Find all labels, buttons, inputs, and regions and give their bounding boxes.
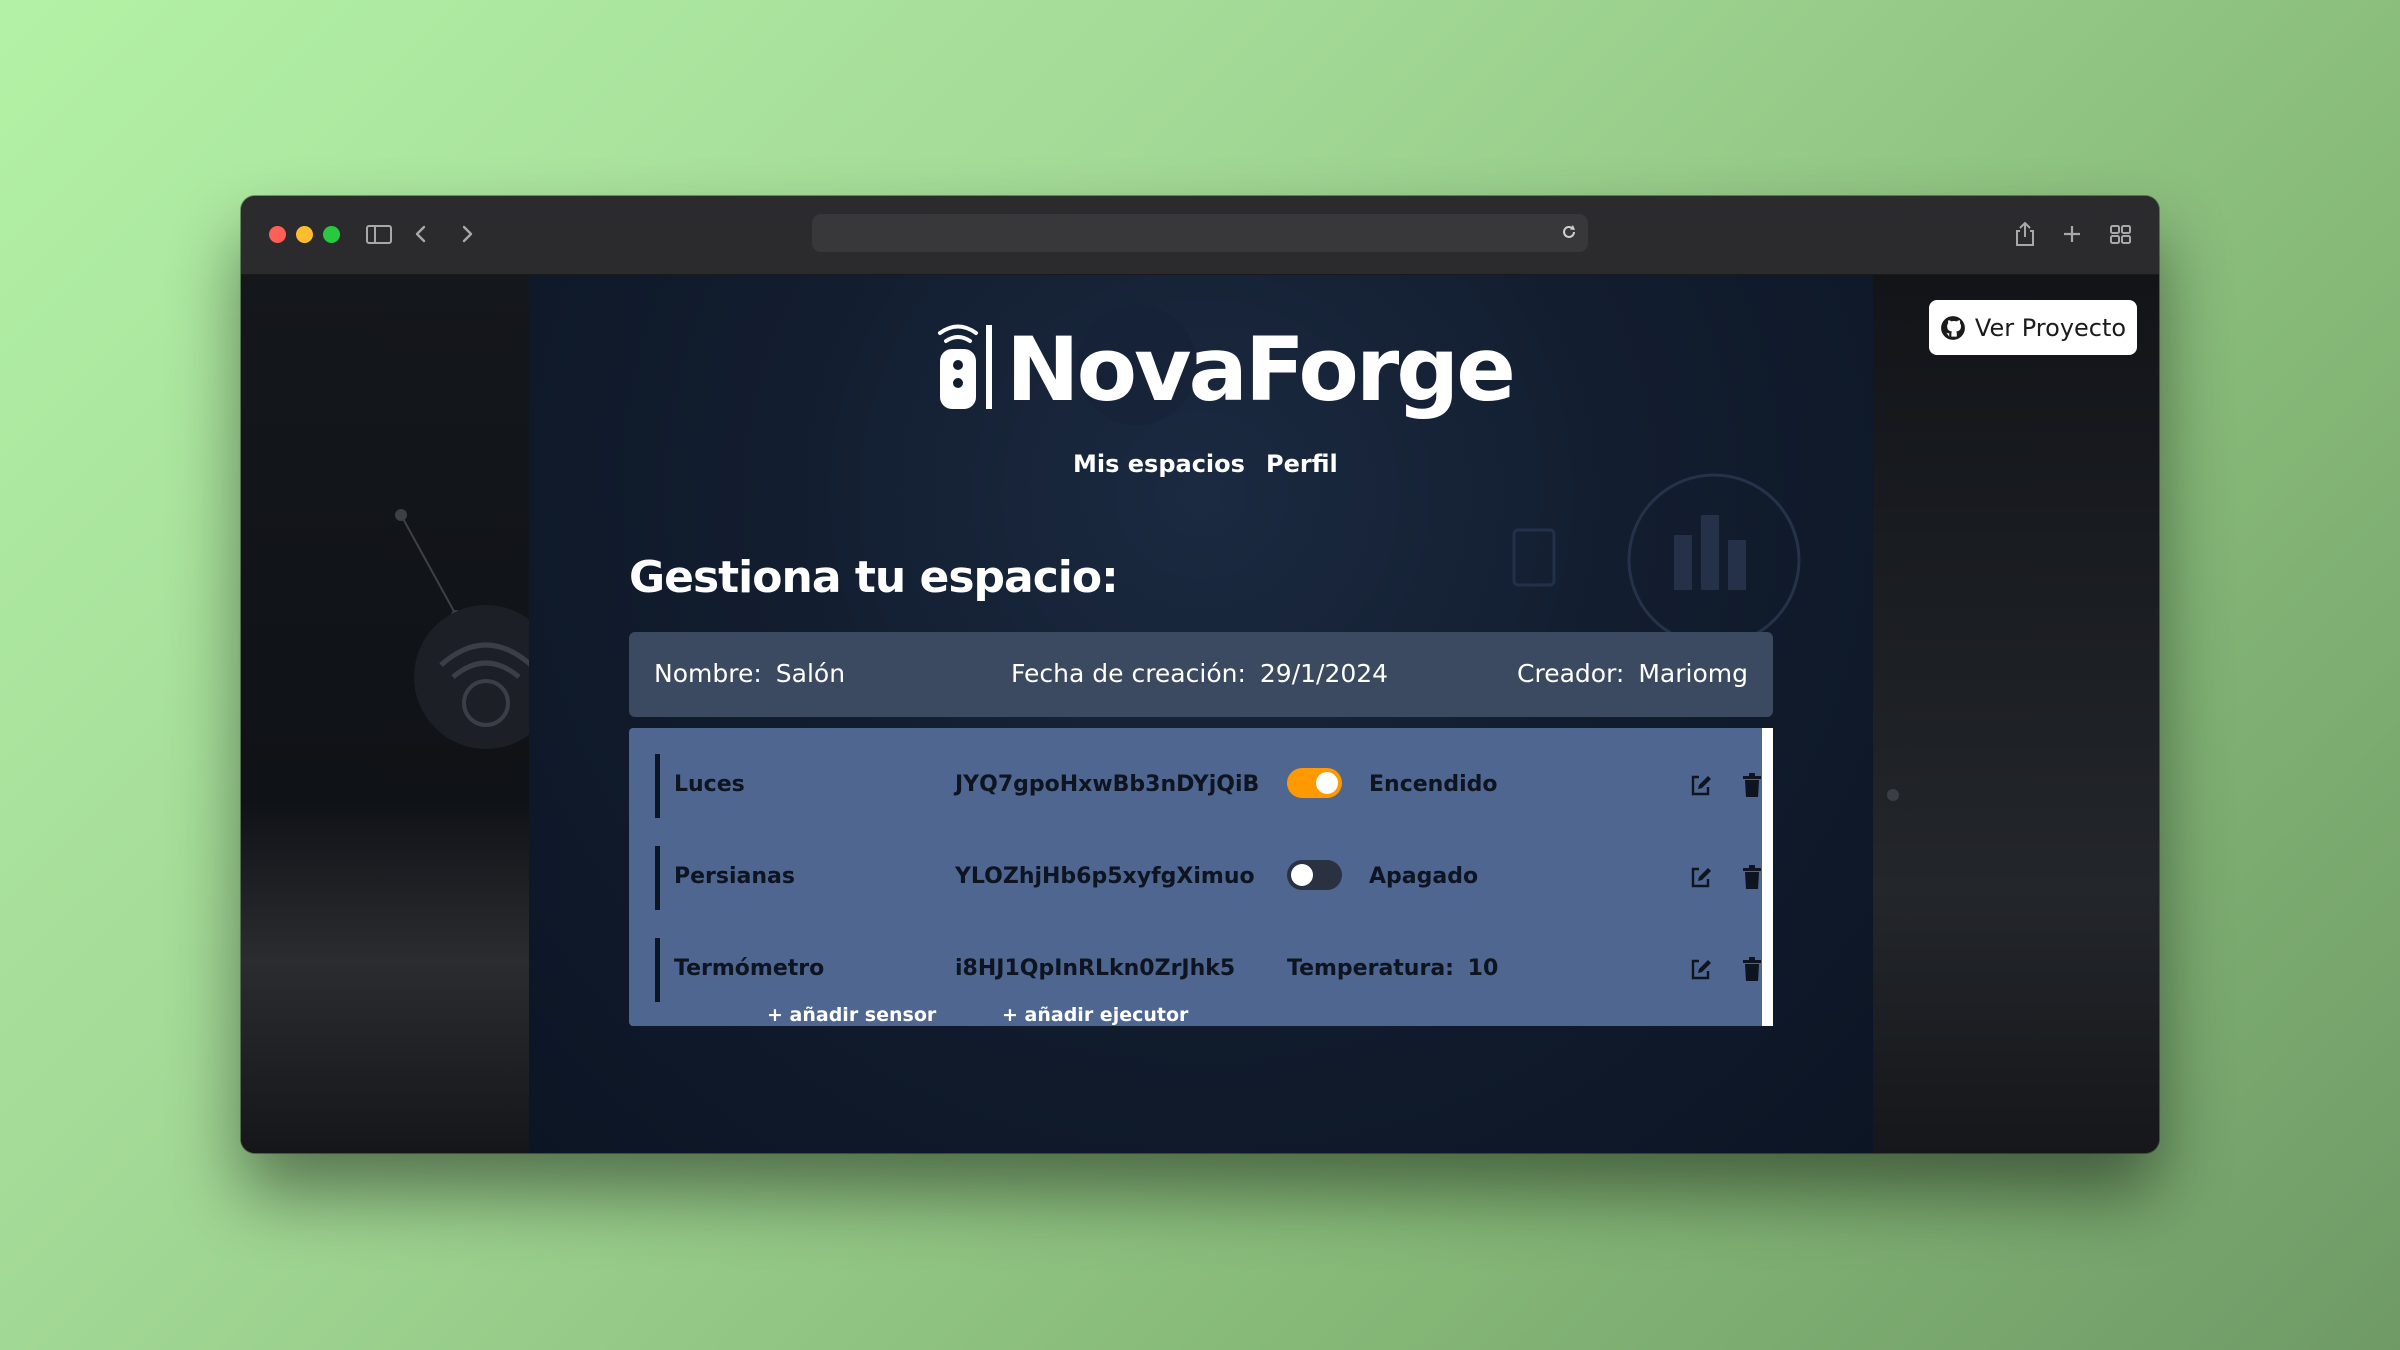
- nav-mis-espacios[interactable]: Mis espacios: [1073, 450, 1245, 478]
- device-row: Persianas YLOZhjHb6p5xyfgXimuo Apagado: [629, 846, 1761, 910]
- toggle-knob: [1291, 864, 1313, 886]
- space-creation-date: Fecha de creación: 29/1/2024: [1011, 659, 1388, 688]
- forward-icon[interactable]: [457, 218, 477, 250]
- sensor-reading-label: Temperatura:: [1287, 956, 1454, 981]
- tab-overview-icon[interactable]: [2107, 218, 2133, 250]
- device-name: Persianas: [674, 864, 795, 889]
- device-id: YLOZhjHb6p5xyfgXimuo: [955, 864, 1255, 889]
- row-accent-bar: [655, 754, 660, 818]
- browser-titlebar: [241, 196, 2159, 275]
- reload-icon[interactable]: [1558, 221, 1580, 243]
- sensor-reading: Temperatura: 10: [1287, 956, 1498, 981]
- background-right-decoration: [1887, 789, 1899, 801]
- edit-icon[interactable]: [1689, 864, 1713, 890]
- new-tab-icon[interactable]: [2060, 218, 2084, 250]
- ver-proyecto-label: Ver Proyecto: [1974, 313, 2127, 342]
- edit-icon[interactable]: [1689, 772, 1713, 798]
- ver-proyecto-button[interactable]: Ver Proyecto: [1929, 300, 2137, 355]
- sidebar-toggle-icon[interactable]: [365, 218, 393, 250]
- device-list: Luces JYQ7gpoHxwBb3nDYjQiB Encendido Per…: [629, 728, 1773, 1026]
- back-icon[interactable]: [411, 218, 431, 250]
- creation-date-label: Fecha de creación:: [1011, 659, 1246, 688]
- delete-icon[interactable]: [1740, 956, 1764, 982]
- creator-label: Creador:: [1517, 659, 1625, 688]
- device-row: Termómetro i8HJ1QpInRLkn0ZrJhk5 Temperat…: [629, 938, 1761, 1002]
- maximize-window-button[interactable]: [323, 226, 340, 243]
- edit-icon[interactable]: [1689, 956, 1713, 982]
- background-right-panel: [1873, 275, 2159, 1153]
- add-sensor-link[interactable]: + añadir sensor: [767, 1004, 936, 1026]
- share-icon[interactable]: [2012, 218, 2038, 250]
- add-executor-link[interactable]: + añadir ejecutor: [1002, 1004, 1188, 1026]
- space-name-value: Salón: [775, 659, 846, 688]
- creation-date-value: 29/1/2024: [1259, 659, 1389, 688]
- space-name: Nombre: Salón: [654, 659, 845, 688]
- device-name: Luces: [674, 772, 745, 797]
- device-row: Luces JYQ7gpoHxwBb3nDYjQiB Encendido: [629, 754, 1761, 818]
- nav-perfil[interactable]: Perfil: [1266, 450, 1338, 478]
- delete-icon[interactable]: [1740, 864, 1764, 890]
- sensor-reading-value: 10: [1467, 956, 1499, 981]
- device-list-scrollbar[interactable]: [1762, 728, 1773, 1026]
- remote-control-logo-icon: [938, 324, 992, 409]
- page-title: Gestiona tu espacio:: [629, 552, 1119, 603]
- space-creator: Creador: Mariomg: [1517, 659, 1748, 688]
- delete-icon[interactable]: [1740, 772, 1764, 798]
- row-accent-bar: [655, 938, 660, 1002]
- toggle-knob: [1316, 772, 1338, 794]
- minimize-window-button[interactable]: [296, 226, 313, 243]
- device-status: Encendido: [1369, 772, 1498, 797]
- space-info-bar: Nombre: Salón Fecha de creación: 29/1/2024…: [629, 632, 1773, 717]
- github-icon: [1941, 315, 1965, 340]
- close-window-button[interactable]: [269, 226, 286, 243]
- background-network-decoration: [395, 509, 558, 749]
- browser-window: NovaForge Mis espacios Perfil Ver Proyec…: [241, 196, 2159, 1153]
- space-name-label: Nombre:: [654, 659, 762, 688]
- device-power-toggle[interactable]: [1287, 860, 1342, 890]
- web-page: NovaForge Mis espacios Perfil Ver Proyec…: [241, 275, 2159, 1153]
- device-status: Apagado: [1369, 864, 1479, 889]
- device-id: i8HJ1QpInRLkn0ZrJhk5: [955, 956, 1236, 981]
- creator-value: Mariomg: [1638, 659, 1748, 688]
- device-name: Termómetro: [674, 956, 825, 981]
- device-id: JYQ7gpoHxwBb3nDYjQiB: [955, 772, 1260, 797]
- address-bar[interactable]: [812, 214, 1588, 252]
- background-left-panel: [241, 275, 558, 1153]
- device-power-toggle[interactable]: [1287, 768, 1342, 798]
- brand-name: NovaForge: [1006, 318, 1516, 421]
- row-accent-bar: [655, 846, 660, 910]
